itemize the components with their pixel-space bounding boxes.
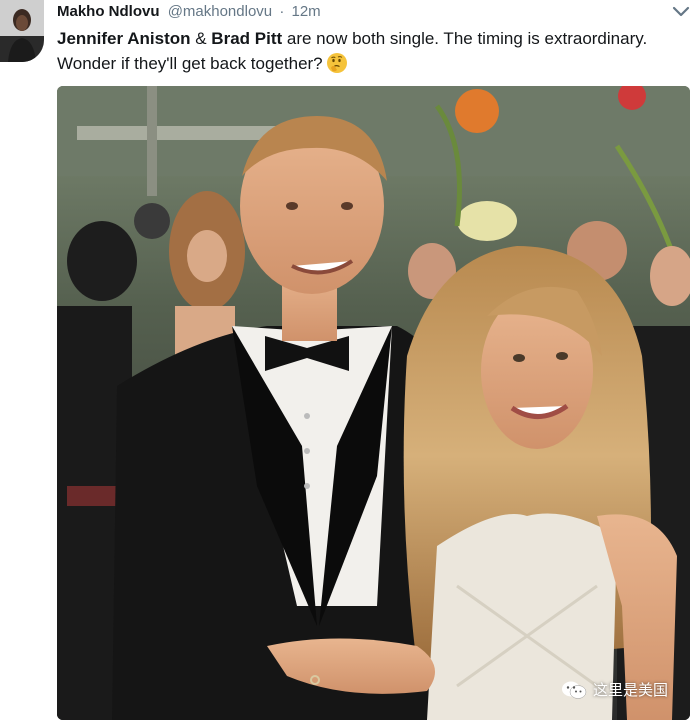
- tweet-text: Jennifer Aniston & Brad Pitt are now bot…: [57, 26, 687, 76]
- mention-brad-pitt: Brad Pitt: [211, 29, 283, 48]
- author-name[interactable]: Makho Ndlovu: [57, 3, 160, 20]
- thinking-face-emoji: [326, 52, 348, 74]
- timestamp[interactable]: 12m: [291, 3, 320, 20]
- tweet-header: Makho Ndlovu @makhondlovu · 12m: [57, 3, 321, 23]
- chevron-down-icon[interactable]: [672, 5, 690, 19]
- tweet-text-joiner: &: [190, 29, 212, 48]
- separator: ·: [279, 3, 285, 20]
- tweet-card: Makho Ndlovu @makhondlovu · 12m Jennifer…: [0, 0, 700, 723]
- tweet-photo[interactable]: 这里是美国: [57, 86, 690, 720]
- wechat-icon: [561, 680, 587, 700]
- watermark: 这里是美国: [561, 679, 668, 700]
- avatar[interactable]: [0, 0, 44, 62]
- watermark-text: 这里是美国: [592, 682, 668, 699]
- author-handle[interactable]: @makhondlovu: [168, 3, 272, 20]
- mention-jennifer-aniston: Jennifer Aniston: [57, 29, 191, 48]
